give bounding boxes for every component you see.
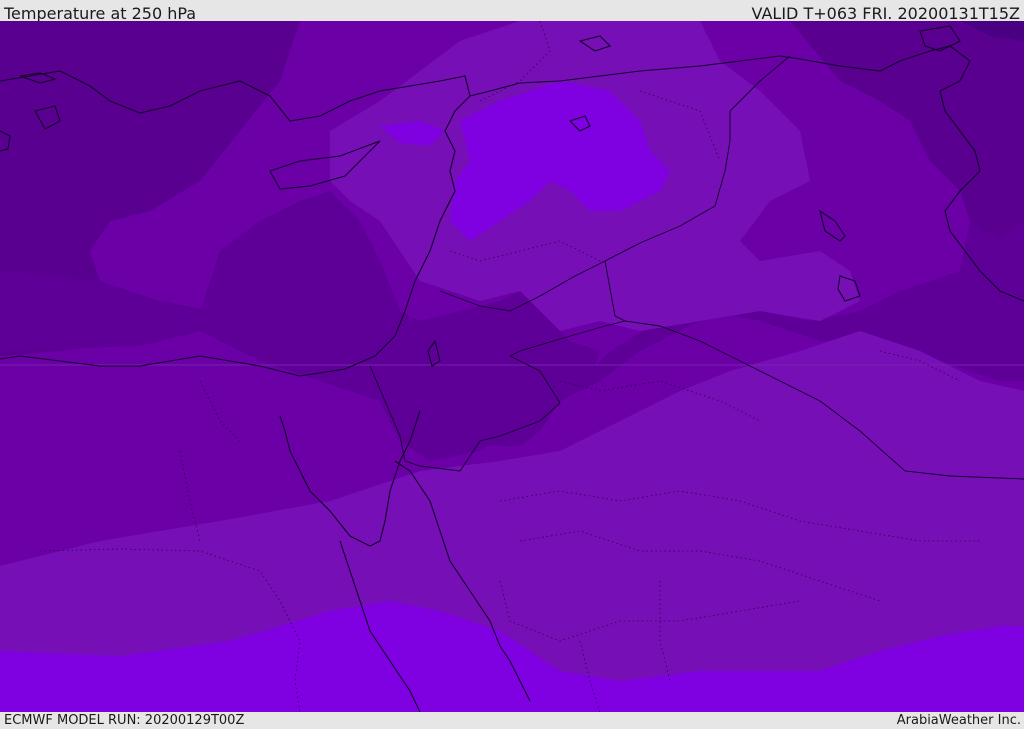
map-frame: Temperature at 250 hPa VALID T+063 FRI. … [0,0,1024,729]
map-canvas [0,21,1024,712]
header-bar: Temperature at 250 hPa VALID T+063 FRI. … [0,0,1024,23]
model-run-label: ECMWF MODEL RUN: 20200129T00Z [4,713,245,728]
footer-bar: ECMWF MODEL RUN: 20200129T00Z ArabiaWeat… [0,712,1024,729]
credit-label: ArabiaWeather Inc. [896,713,1021,728]
temperature-map[interactable] [0,21,1024,712]
